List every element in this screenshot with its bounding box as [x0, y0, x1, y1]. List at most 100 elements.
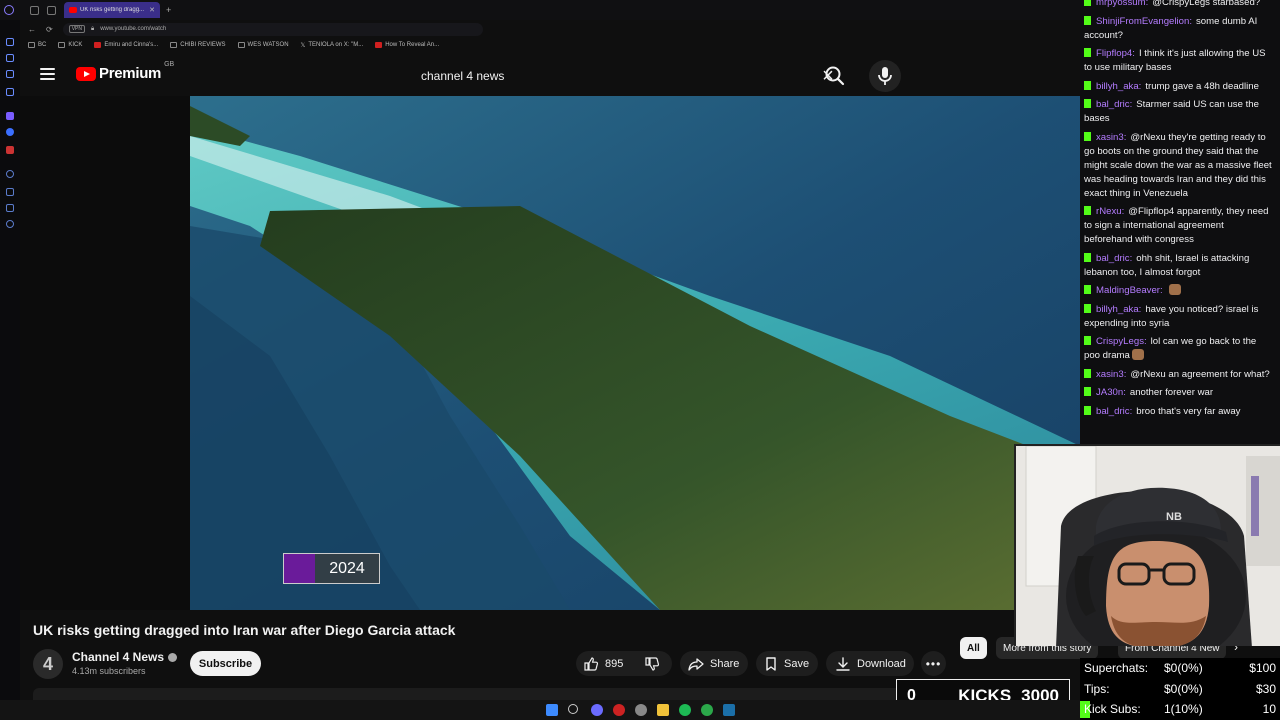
opera-taskbar-icon[interactable]: [613, 704, 625, 716]
new-tab-icon[interactable]: +: [166, 5, 171, 15]
browser-sidebar: [0, 20, 20, 700]
chat-message: billyh_aka: have you noticed? israel is e…: [1084, 303, 1259, 329]
bookmark-item[interactable]: WES WATSON: [237, 42, 289, 48]
chat-message: Flipflop4: I think it's just allowing the…: [1084, 48, 1266, 73]
bookmark-item[interactable]: How To Reveal An...: [375, 42, 439, 48]
voice-search-button[interactable]: [869, 60, 901, 92]
folder-icon: [58, 42, 66, 48]
bookmark-item[interactable]: Emiru and Cinna's...: [94, 42, 158, 48]
kick-badge-icon: [1084, 206, 1091, 215]
search-input[interactable]: channel 4 news: [409, 69, 815, 83]
dislike-button[interactable]: [644, 651, 660, 676]
goal-row: Tips: $0(0%) $30: [1084, 679, 1280, 700]
sidebar-app-icon[interactable]: [6, 70, 14, 78]
bookmark-item[interactable]: CHIBI REVIEWS: [170, 42, 226, 48]
kick-badge-icon: [1084, 285, 1091, 294]
file-explorer-icon[interactable]: [657, 704, 669, 716]
bookmarks-bar: BC KICK Emiru and Cinna's... CHIBI REVIE…: [20, 38, 1080, 52]
webcam-feed: NB: [1014, 444, 1280, 646]
goal-label: Superchats:: [1084, 661, 1149, 676]
more-actions-icon[interactable]: •••: [921, 651, 946, 676]
workspaces-icon[interactable]: [30, 5, 39, 15]
chip-all[interactable]: All: [960, 637, 987, 659]
goal-target: 10: [1262, 702, 1276, 717]
steam-icon[interactable]: [723, 704, 735, 716]
channel-avatar[interactable]: 4: [33, 649, 63, 679]
region-code: GB: [164, 61, 175, 68]
description-box[interactable]: [33, 688, 1013, 700]
bookmark-icon: [766, 656, 776, 671]
kick-badge-icon: [1084, 336, 1091, 345]
streamer-webcam-image: NB: [1016, 446, 1280, 646]
like-count: 895: [605, 657, 624, 670]
subscriber-count: 4.13m subscribers: [72, 666, 146, 676]
youtube-header: Premium GB channel 4 news ×: [20, 56, 1080, 96]
browser-taskbar-icon[interactable]: [591, 704, 603, 716]
sidebar-app-icon[interactable]: [6, 146, 14, 154]
poop-emote-icon: [1131, 349, 1144, 360]
sidebar-app-icon[interactable]: [6, 54, 14, 62]
download-button[interactable]: Download: [835, 651, 906, 676]
youtube-play-icon: [76, 66, 96, 81]
chat-message: bal_dric: broo that's very far away: [1084, 405, 1274, 419]
xbox-icon[interactable]: [701, 704, 713, 716]
kick-badge-icon: [1084, 368, 1091, 378]
reload-icon[interactable]: ⟳: [46, 25, 53, 34]
folder-icon: [170, 42, 178, 48]
kick-badge-icon: [1084, 405, 1091, 415]
bookmark-item[interactable]: BC: [28, 42, 46, 48]
video-letterbox: [20, 96, 190, 610]
search-button[interactable]: [820, 62, 850, 90]
sidebar-app-icon[interactable]: [6, 188, 14, 196]
spotify-icon[interactable]: [679, 704, 691, 716]
sidebar-app-icon[interactable]: [6, 204, 14, 212]
video-player[interactable]: 2024: [190, 96, 1080, 610]
vpn-badge[interactable]: VPN: [68, 25, 85, 33]
chat-message: bal_dric: ohh shit, Israel is attacking l…: [1084, 252, 1250, 278]
menu-icon[interactable]: [40, 68, 55, 80]
video-frame-island: [190, 96, 1080, 610]
chat-message: mrpyossum: @CrispyLegs starbased?: [1084, 0, 1274, 10]
like-button[interactable]: 895: [583, 651, 623, 676]
bookmark-favicon-icon: [94, 42, 102, 48]
x-logo-icon: 𝕏: [300, 42, 306, 49]
search-icon: [825, 66, 845, 86]
sidebar-app-icon[interactable]: [6, 170, 14, 178]
channel-name-link[interactable]: Channel 4 News: [72, 650, 178, 664]
chat-message: xasin3: @rNexu they're getting ready to g…: [1084, 131, 1272, 199]
url-text: www.youtube.com/watch: [100, 26, 167, 32]
sidebar-app-icon[interactable]: [6, 38, 14, 46]
bookmark-item[interactable]: 𝕏 TENIOLA on X: "M...: [301, 42, 364, 49]
settings-icon[interactable]: [6, 220, 14, 228]
subscribe-button[interactable]: Subscribe: [190, 651, 261, 676]
back-icon[interactable]: ←: [28, 25, 36, 34]
sidebar-app-icon[interactable]: [6, 88, 14, 96]
share-label: Share: [710, 657, 740, 670]
browser-tab-bar: UK risks getting dragg... ✕ +: [0, 0, 1080, 20]
kick-badge-icon: [1084, 99, 1091, 108]
share-button[interactable]: Share: [688, 651, 739, 676]
url-field[interactable]: VPN 🔒︎ www.youtube.com/watch: [62, 22, 483, 36]
bookmark-item[interactable]: KICK: [58, 42, 82, 48]
kick-badge-icon: [1084, 0, 1091, 6]
save-button[interactable]: Save: [764, 651, 809, 676]
browser-tab-active[interactable]: UK risks getting dragg... ✕: [64, 2, 160, 18]
save-label: Save: [784, 657, 810, 670]
sidebar-app-icon[interactable]: [6, 112, 14, 120]
tab-list-icon[interactable]: [47, 5, 56, 15]
browser-logo-icon[interactable]: [4, 5, 14, 15]
search-box[interactable]: channel 4 news ×: [409, 60, 841, 92]
beaver-emote-icon: [1168, 284, 1181, 295]
address-bar-row: ← ⟳ VPN 🔒︎ www.youtube.com/watch: [20, 20, 1080, 38]
taskbar-search-icon[interactable]: [568, 704, 578, 714]
chat-message: ShinjiFromEvangelion: some dumb AI accoun…: [1084, 15, 1258, 41]
youtube-premium-logo[interactable]: Premium GB: [76, 61, 174, 82]
tab-close-icon[interactable]: ✕: [149, 6, 155, 14]
goals-overlay: Superchats: $0(0%) $100 Tips: $0(0%) $30…: [1080, 658, 1280, 720]
youtube-favicon-icon: [69, 7, 77, 13]
messenger-icon[interactable]: [6, 128, 14, 136]
obs-taskbar-icon[interactable]: [635, 704, 647, 716]
start-menu-icon[interactable]: [546, 704, 558, 716]
svg-text:NB: NB: [1166, 511, 1182, 523]
share-icon: [688, 657, 704, 671]
